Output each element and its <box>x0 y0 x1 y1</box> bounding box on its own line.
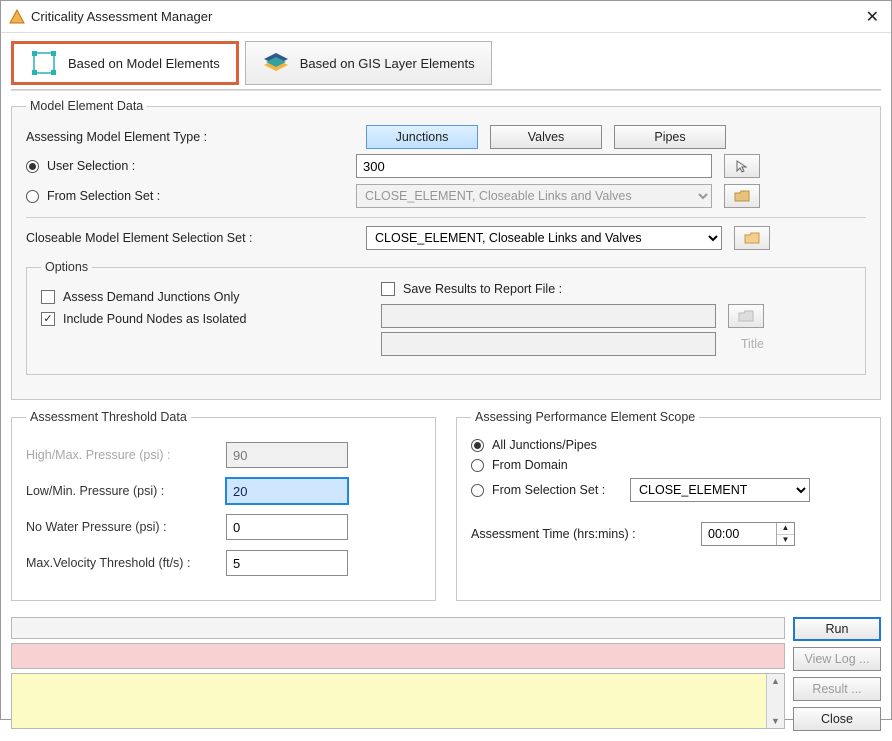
assessment-time-input[interactable] <box>702 523 776 545</box>
high-pressure-label: High/Max. Pressure (psi) : <box>26 448 216 462</box>
group-legend: Model Element Data <box>26 99 147 113</box>
tab-gis-elements[interactable]: Based on GIS Layer Elements <box>245 41 492 85</box>
group-legend: Options <box>41 260 92 274</box>
tab-label: Based on GIS Layer Elements <box>300 56 475 71</box>
scope-domain-radio[interactable]: From Domain <box>471 458 866 472</box>
spin-down-icon[interactable]: ▼ <box>777 535 794 546</box>
checkbox-icon <box>41 312 55 326</box>
low-pressure-label: Low/Min. Pressure (psi) : <box>26 484 216 498</box>
radio-icon <box>471 439 484 452</box>
save-results-checkbox[interactable]: Save Results to Report File : <box>381 282 851 296</box>
save-results-label: Save Results to Report File : <box>403 282 562 296</box>
assess-demand-label: Assess Demand Junctions Only <box>63 290 239 304</box>
result-button: Result ... <box>793 677 881 701</box>
user-selection-input[interactable] <box>356 154 712 178</box>
spin-up-icon[interactable]: ▲ <box>777 523 794 535</box>
closeable-set-dropdown[interactable]: CLOSE_ELEMENT, Closeable Links and Valve… <box>366 226 722 250</box>
scope-selection-set-dropdown[interactable]: CLOSE_ELEMENT <box>630 478 810 502</box>
pipes-button[interactable]: Pipes <box>614 125 726 149</box>
folder-button[interactable] <box>734 226 770 250</box>
report-title-input <box>381 332 716 356</box>
gis-layers-icon <box>262 49 290 77</box>
model-element-data-group: Model Element Data Assessing Model Eleme… <box>11 99 881 400</box>
max-velocity-label: Max.Velocity Threshold (ft/s) : <box>26 556 216 570</box>
checkbox-icon <box>381 282 395 296</box>
run-button[interactable]: Run <box>793 617 881 641</box>
close-icon[interactable]: ✕ <box>862 7 883 27</box>
threshold-group: Assessment Threshold Data High/Max. Pres… <box>11 410 436 601</box>
view-log-button: View Log ... <box>793 647 881 671</box>
tab-model-elements[interactable]: Based on Model Elements <box>11 41 239 85</box>
scope-all-label: All Junctions/Pipes <box>492 438 597 452</box>
group-legend: Assessment Threshold Data <box>26 410 191 424</box>
assessment-time-spinner[interactable]: ▲ ▼ <box>701 522 795 546</box>
max-velocity-input[interactable] <box>226 550 348 576</box>
title-label: Title <box>728 337 764 351</box>
assess-demand-checkbox[interactable]: Assess Demand Junctions Only <box>41 290 351 304</box>
log-output: ▲▼ <box>11 673 785 729</box>
no-water-pressure-input[interactable] <box>226 514 348 540</box>
assess-type-label: Assessing Model Element Type : <box>26 130 356 144</box>
user-selection-radio[interactable]: User Selection : <box>26 159 356 173</box>
model-elements-icon <box>30 49 58 77</box>
from-selection-set-label: From Selection Set : <box>47 189 160 203</box>
pick-cursor-button[interactable] <box>724 154 760 178</box>
user-selection-label: User Selection : <box>47 159 135 173</box>
options-group: Options Assess Demand Junctions Only Inc… <box>26 260 866 375</box>
scope-group: Assessing Performance Element Scope All … <box>456 410 881 601</box>
folder-button-disabled <box>724 184 760 208</box>
radio-icon <box>471 484 484 497</box>
no-water-pressure-label: No Water Pressure (psi) : <box>26 520 216 534</box>
radio-icon <box>471 459 484 472</box>
progress-bar <box>11 617 785 639</box>
assessment-time-label: Assessment Time (hrs:mins) : <box>471 527 691 541</box>
from-selection-set-radio[interactable]: From Selection Set : <box>26 189 356 203</box>
app-icon <box>9 9 25 25</box>
scope-domain-label: From Domain <box>492 458 568 472</box>
browse-report-file-button <box>728 304 764 328</box>
scope-from-set-label: From Selection Set : <box>492 483 622 497</box>
window-title: Criticality Assessment Manager <box>31 9 862 24</box>
status-bar <box>11 643 785 669</box>
tab-label: Based on Model Elements <box>68 56 220 71</box>
low-pressure-input[interactable] <box>226 478 348 504</box>
scope-all-radio[interactable]: All Junctions/Pipes <box>471 438 866 452</box>
closeable-set-label: Closeable Model Element Selection Set : <box>26 231 356 245</box>
radio-icon <box>26 190 39 203</box>
include-pound-checkbox[interactable]: Include Pound Nodes as Isolated <box>41 312 351 326</box>
close-button[interactable]: Close <box>793 707 881 731</box>
titlebar: Criticality Assessment Manager ✕ <box>1 1 891 33</box>
include-pound-label: Include Pound Nodes as Isolated <box>63 312 246 326</box>
valves-button[interactable]: Valves <box>490 125 602 149</box>
high-pressure-input <box>226 442 348 468</box>
junctions-button[interactable]: Junctions <box>366 125 478 149</box>
group-legend: Assessing Performance Element Scope <box>471 410 699 424</box>
from-selection-set-dropdown: CLOSE_ELEMENT, Closeable Links and Valve… <box>356 184 712 208</box>
checkbox-icon <box>41 290 55 304</box>
tab-bar: Based on Model Elements Based on GIS Lay… <box>11 41 881 85</box>
report-file-path-input <box>381 304 716 328</box>
scope-from-set-radio[interactable]: From Selection Set : CLOSE_ELEMENT <box>471 478 866 502</box>
radio-icon <box>26 160 39 173</box>
